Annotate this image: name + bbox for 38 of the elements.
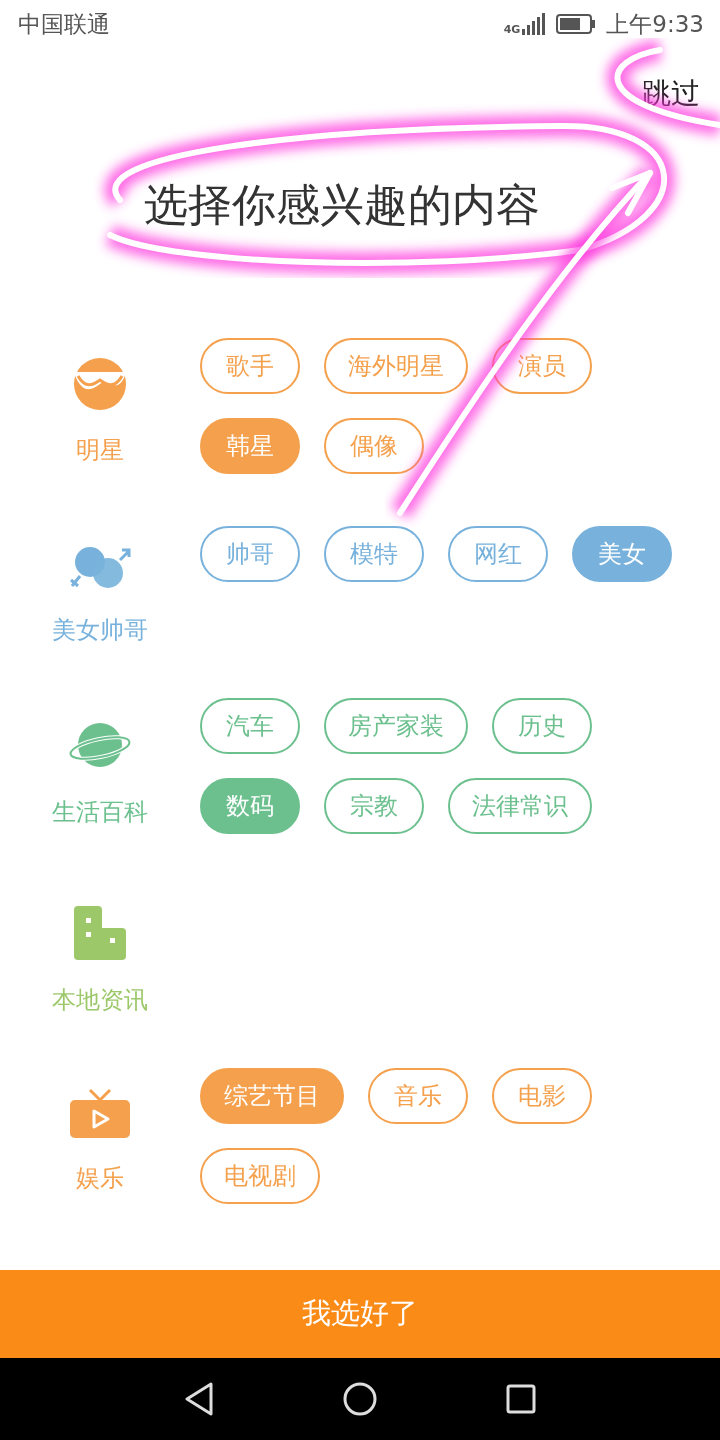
recent-apps-icon[interactable] (505, 1384, 536, 1414)
page-title: 选择你感兴趣的内容 (144, 178, 541, 232)
building-icon (74, 906, 126, 960)
interest-tag[interactable]: 韩星 (200, 418, 300, 474)
interest-tag[interactable]: 模特 (324, 526, 424, 582)
battery-icon (556, 14, 597, 34)
interest-tag[interactable]: 法律常识 (448, 778, 592, 834)
gender-symbol-icon (68, 546, 132, 590)
interest-tag[interactable]: 海外明星 (324, 338, 468, 394)
category-label: 明星 (76, 435, 124, 466)
interest-tag[interactable]: 数码 (200, 778, 300, 834)
clock-time: 上午9:33 (606, 9, 704, 39)
carrier-name: 中国联通 (18, 9, 110, 39)
network-label: 4G (503, 24, 521, 35)
interest-tag[interactable]: 宗教 (324, 778, 424, 834)
interest-tag[interactable]: 网红 (448, 526, 548, 582)
category-label: 娱乐 (76, 1163, 124, 1194)
category-label: 美女帅哥 (52, 615, 148, 646)
interest-tag[interactable]: 美女 (572, 526, 672, 582)
back-icon[interactable] (184, 1382, 215, 1416)
interest-tag[interactable]: 偶像 (324, 418, 424, 474)
category-label: 本地资讯 (52, 985, 148, 1016)
interest-tag[interactable]: 综艺节目 (200, 1068, 344, 1124)
interest-tag[interactable]: 历史 (492, 698, 592, 754)
interest-tag[interactable]: 房产家装 (324, 698, 468, 754)
signal-icon (522, 13, 547, 35)
category-label: 生活百科 (52, 797, 148, 828)
home-icon[interactable] (343, 1382, 377, 1416)
interest-tag[interactable]: 帅哥 (200, 526, 300, 582)
glasses-icon (72, 358, 128, 410)
interest-tag[interactable]: 电影 (492, 1068, 592, 1124)
confirm-button[interactable]: 我选好了 (0, 1270, 720, 1358)
interest-tag[interactable]: 歌手 (200, 338, 300, 394)
interest-tag[interactable]: 电视剧 (200, 1148, 320, 1204)
skip-button[interactable]: 跳过 (642, 74, 700, 114)
tv-icon (70, 1088, 130, 1138)
interest-tag[interactable]: 汽车 (200, 698, 300, 754)
interest-tag[interactable]: 音乐 (368, 1068, 468, 1124)
